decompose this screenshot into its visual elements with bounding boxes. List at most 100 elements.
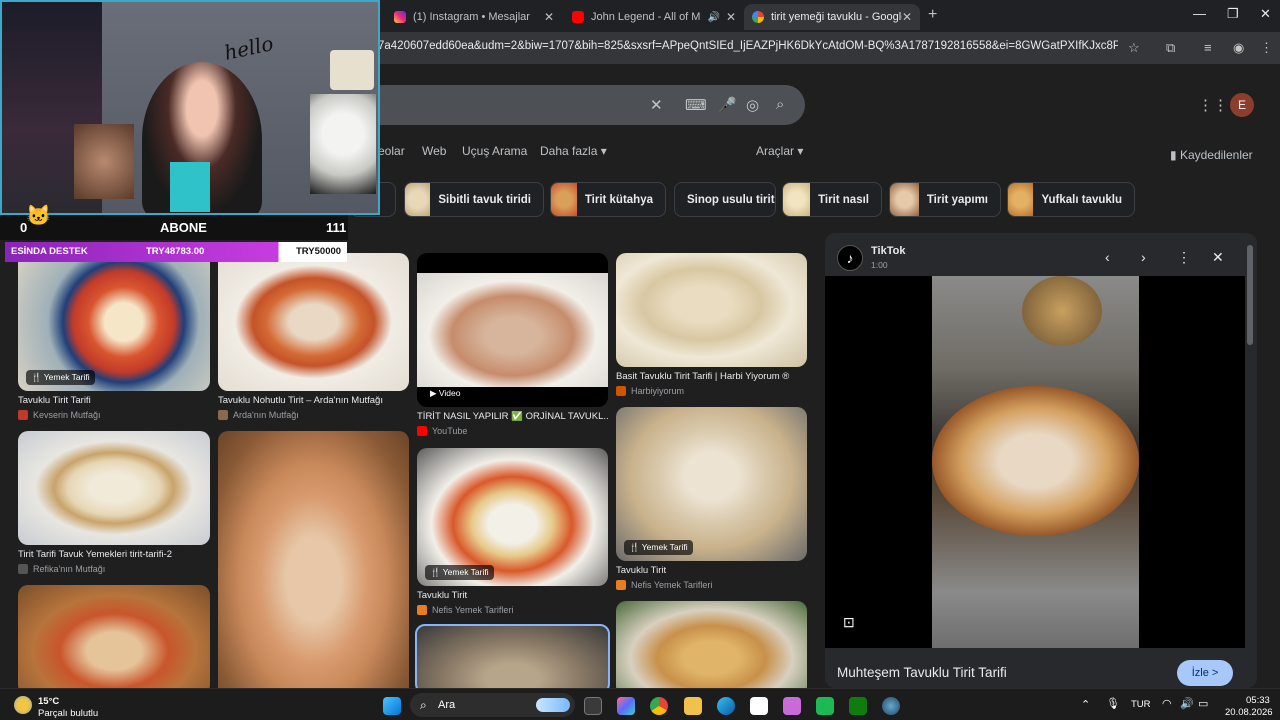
result-image[interactable] xyxy=(616,253,807,367)
next-icon[interactable]: › xyxy=(1141,249,1146,265)
taskbar-search[interactable]: ⌕ Ara xyxy=(410,693,575,717)
keyboard-icon[interactable]: ⌨ xyxy=(685,96,707,114)
search-icon[interactable]: ⌕ xyxy=(776,96,784,113)
clock-date[interactable]: 20.08.2026 xyxy=(1225,707,1273,718)
panel-title[interactable]: Muhteşem Tavuklu Tirit Tarifi xyxy=(837,665,1007,680)
nav-more[interactable]: Daha fazla ▾ xyxy=(540,144,607,158)
panel-source[interactable]: TikTok xyxy=(871,245,905,257)
result-image[interactable] xyxy=(218,431,409,688)
result-image[interactable]: 🍴 Yemek Tarifi xyxy=(616,407,807,561)
result-source[interactable]: Kevserin Mutfağı xyxy=(18,410,210,420)
result-image[interactable]: ▶ Video xyxy=(417,253,608,407)
result-card[interactable]: 🍴 Yemek Tarifi Tavuklu Tirit Nefis Yemek… xyxy=(417,448,608,615)
result-card[interactable]: Tirit Tarifi Tavuk Yemekleri tirit-tarif… xyxy=(18,431,210,574)
minimize-icon[interactable]: — xyxy=(1193,6,1206,21)
nav-web[interactable]: Web xyxy=(422,144,446,158)
saved-link[interactable]: ▮ Kaydedilenler xyxy=(1170,148,1253,162)
streaming-app-icon[interactable] xyxy=(816,697,834,715)
windows-start-icon[interactable] xyxy=(383,697,401,715)
result-card[interactable]: 🍴 Yemek Tarifi Tavuklu Tirit Nefis Yemek… xyxy=(616,407,807,590)
result-source[interactable]: Nefis Yemek Tarifleri xyxy=(417,605,608,615)
result-card[interactable] xyxy=(218,431,409,688)
result-image-selected[interactable] xyxy=(415,624,610,688)
result-title[interactable]: Tavuklu Nohutlu Tirit – Arda'nın Mutfağı xyxy=(218,395,409,406)
microphone-icon[interactable]: 🎙 xyxy=(1106,697,1120,710)
result-source[interactable]: Harbiyiyorum xyxy=(616,386,807,396)
weather-icon[interactable] xyxy=(14,696,32,714)
weather-text[interactable]: Parçalı bulutlu xyxy=(38,708,98,719)
media-control-icon[interactable]: ≡ xyxy=(1204,40,1212,55)
result-card[interactable]: Basit Tavuklu Tirit Tarifi | Harbi Yiyor… xyxy=(616,253,807,396)
store-icon[interactable] xyxy=(750,697,768,715)
previous-icon[interactable]: ‹ xyxy=(1105,249,1110,265)
result-title[interactable]: Tavuklu Tirit xyxy=(417,590,608,601)
result-title[interactable]: Basit Tavuklu Tirit Tarifi | Harbi Yiyor… xyxy=(616,371,807,382)
result-source[interactable]: Nefis Yemek Tarifleri xyxy=(616,580,807,590)
chip-sinop[interactable]: Sinop usulu tirit xyxy=(674,182,776,217)
video-player[interactable]: ⊡ xyxy=(825,276,1245,648)
chip-nasil[interactable]: Tirit nasıl xyxy=(782,182,882,217)
profile-icon[interactable]: ◉ xyxy=(1233,40,1244,56)
result-source[interactable]: Refika'nın Mutfağı xyxy=(18,564,210,574)
game-icon[interactable] xyxy=(882,697,900,715)
result-source[interactable]: YouTube xyxy=(417,426,608,436)
audio-playing-icon[interactable]: 🔊 xyxy=(707,12,719,23)
app-icon[interactable] xyxy=(783,697,801,715)
result-image[interactable] xyxy=(18,585,210,688)
close-tab-icon[interactable]: ✕ xyxy=(902,10,912,24)
chip-kutahya[interactable]: Tirit kütahya xyxy=(550,182,666,217)
result-title[interactable]: Tirit Tarifi Tavuk Yemekleri tirit-tarif… xyxy=(18,549,210,560)
xbox-icon[interactable] xyxy=(849,697,867,715)
result-card[interactable] xyxy=(18,585,210,688)
close-tab-icon[interactable]: ✕ xyxy=(726,10,736,24)
file-explorer-icon[interactable] xyxy=(684,697,702,715)
panel-scrollbar[interactable] xyxy=(1247,245,1253,345)
tools-button[interactable]: Araçlar ▾ xyxy=(756,144,803,158)
chip-yapimi[interactable]: Tirit yapımı xyxy=(889,182,1001,217)
result-card[interactable] xyxy=(415,624,610,688)
result-card[interactable]: ▶ Video TİRİT NASIL YAPILIR ✅ ORJİNAL TA… xyxy=(417,253,608,436)
result-card[interactable] xyxy=(616,601,807,688)
result-image[interactable] xyxy=(218,253,409,391)
edge-icon[interactable] xyxy=(717,697,735,715)
voice-search-icon[interactable]: 🎤 xyxy=(718,96,737,114)
tab-google-search[interactable]: tirit yemeği tavuklu - Google'da ✕ xyxy=(744,4,920,30)
lens-search-icon[interactable]: ◎ xyxy=(746,96,759,114)
result-source[interactable]: Arda'nın Mutfağı xyxy=(218,410,409,420)
clock-time[interactable]: 05:33 xyxy=(1246,695,1270,706)
url-field[interactable]: 7a420607edd60ea&udm=2&biw=1707&bih=825&s… xyxy=(378,40,1118,52)
chip-yufkali[interactable]: Yufkalı tavuklu xyxy=(1007,182,1135,217)
restore-icon[interactable]: ❐ xyxy=(1227,6,1239,22)
close-panel-icon[interactable]: ✕ xyxy=(1212,249,1224,266)
language-indicator[interactable]: TUR xyxy=(1131,699,1151,710)
close-window-icon[interactable]: ✕ xyxy=(1260,6,1271,22)
result-title[interactable]: Tavuklu Tirit Tarifi xyxy=(18,395,210,406)
result-card[interactable]: Tavuklu Nohutlu Tirit – Arda'nın Mutfağı… xyxy=(218,253,409,420)
result-image[interactable] xyxy=(616,601,807,688)
tab-youtube[interactable]: John Legend - All of Me (Of 🔊 ✕ xyxy=(564,4,744,30)
copilot-icon[interactable] xyxy=(617,697,635,715)
result-image[interactable]: 🍴 Yemek Tarifi xyxy=(18,253,210,391)
avatar[interactable]: E xyxy=(1230,93,1254,117)
result-image[interactable]: 🍴 Yemek Tarifi xyxy=(417,448,608,586)
chip-sibitli[interactable]: Sibitli tavuk tiridi xyxy=(404,182,544,217)
volume-icon[interactable]: 🔊 xyxy=(1180,697,1194,710)
new-tab-icon[interactable]: + xyxy=(928,6,937,24)
result-title[interactable]: Tavuklu Tirit xyxy=(616,565,807,576)
google-apps-icon[interactable]: ⋮⋮ xyxy=(1198,96,1228,114)
browser-menu-icon[interactable]: ⋮ xyxy=(1260,40,1273,56)
temperature[interactable]: 15°C xyxy=(38,696,59,707)
result-image[interactable] xyxy=(18,431,210,545)
task-view-icon[interactable] xyxy=(584,697,602,715)
result-title[interactable]: TİRİT NASIL YAPILIR ✅ ORJİNAL TAVUKL... xyxy=(417,411,608,422)
close-tab-icon[interactable]: ✕ xyxy=(544,10,554,24)
tab-instagram[interactable]: (1) Instagram • Mesajlar ✕ xyxy=(386,4,562,30)
nav-flights[interactable]: Uçuş Arama xyxy=(462,144,527,158)
lens-search-icon[interactable]: ⊡ xyxy=(843,614,855,631)
more-options-icon[interactable]: ⋮ xyxy=(1177,249,1191,266)
result-card[interactable]: 🍴 Yemek Tarifi Tavuklu Tirit Tarifi Kevs… xyxy=(18,253,210,420)
search-box[interactable]: ✕ ⌨ 🎤 ◎ ⌕ xyxy=(360,85,805,125)
extensions-icon[interactable]: ⧉ xyxy=(1166,40,1175,56)
wifi-icon[interactable]: ◠ xyxy=(1162,697,1172,710)
show-hidden-icons[interactable]: ⌃ xyxy=(1081,698,1090,711)
